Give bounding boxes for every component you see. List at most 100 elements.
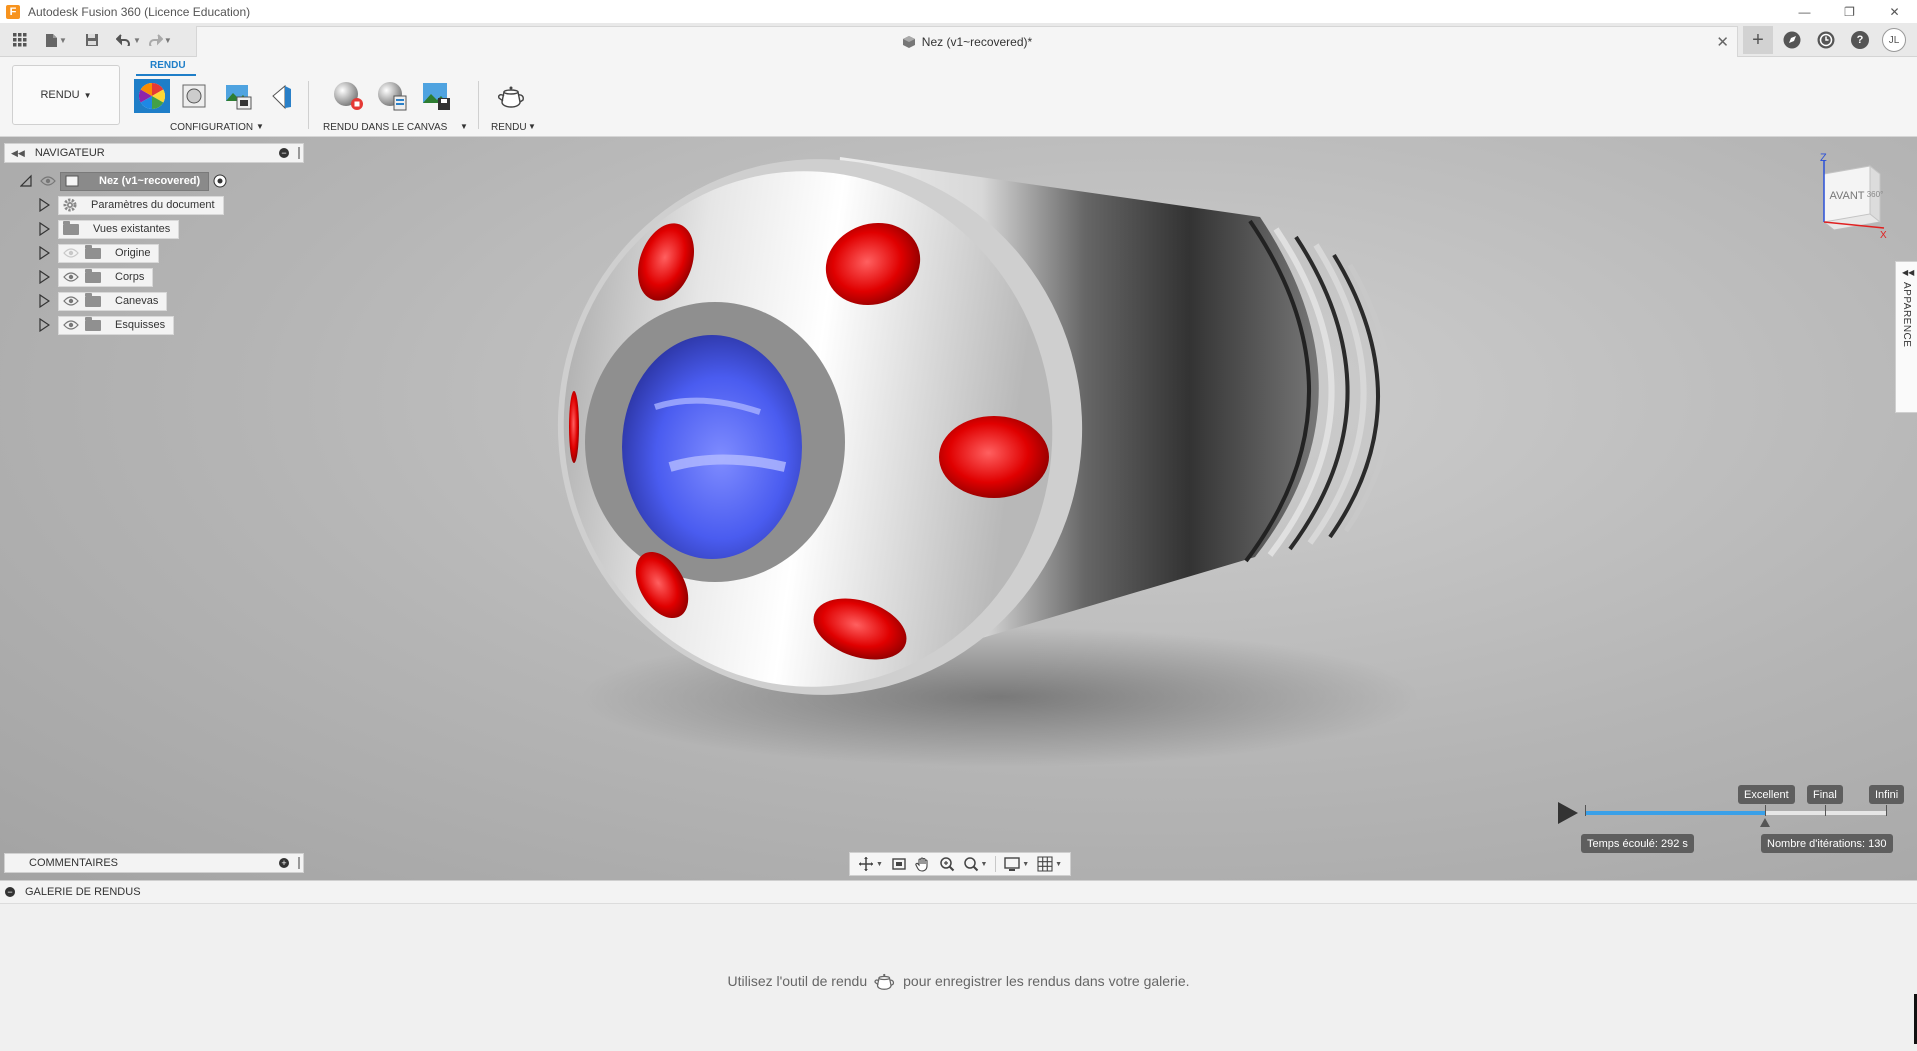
- render-group-label[interactable]: RENDU: [491, 122, 527, 133]
- save-button[interactable]: [80, 27, 104, 53]
- fit-button[interactable]: ▼: [963, 854, 988, 874]
- folder-icon: [85, 316, 101, 331]
- in-canvas-render-button[interactable]: [330, 79, 366, 113]
- tree-row-sketches[interactable]: Esquisses: [38, 315, 175, 335]
- scene-settings-button[interactable]: [176, 79, 212, 113]
- new-tab-button[interactable]: +: [1743, 26, 1773, 54]
- panel-grip-handle[interactable]: [298, 857, 300, 869]
- document-tab[interactable]: Nez (v1~recovered)* ✕: [196, 26, 1738, 57]
- restore-button[interactable]: ❐: [1827, 0, 1872, 23]
- orbit-button[interactable]: ▼: [858, 854, 883, 874]
- window-controls: — ❐ ✕: [1782, 0, 1917, 23]
- redo-button[interactable]: ▼: [147, 27, 172, 53]
- minimize-panel-icon[interactable]: −: [279, 148, 289, 158]
- eye-icon[interactable]: [40, 175, 56, 187]
- expand-triangle-icon[interactable]: [38, 222, 50, 236]
- display-settings-button[interactable]: ▼: [1004, 854, 1029, 874]
- comments-panel[interactable]: COMMENTAIRES +: [4, 853, 304, 873]
- tree-node-origin[interactable]: Origine: [58, 243, 160, 263]
- in-canvas-group-label[interactable]: RENDU DANS LE CANVAS: [323, 122, 447, 133]
- job-status-button[interactable]: [1811, 26, 1841, 54]
- view-cube-right-label[interactable]: 360°: [1867, 190, 1884, 199]
- workspace-switcher[interactable]: RENDU ▼: [12, 65, 120, 125]
- render-gallery: Utilisez l'outil de rendu pour enregistr…: [0, 904, 1917, 1051]
- tree-row-canvases[interactable]: Canevas: [38, 291, 168, 311]
- tree-node-canvases[interactable]: Canevas: [58, 291, 168, 311]
- tree-row-origin[interactable]: Origine: [38, 243, 160, 263]
- navigator-header[interactable]: ◀◀ NAVIGATEUR −: [4, 143, 304, 163]
- app-title: Autodesk Fusion 360 (Licence Education): [28, 4, 251, 19]
- texture-map-button[interactable]: [220, 79, 256, 113]
- chevron-down-icon: ▼: [980, 860, 988, 868]
- minimize-button[interactable]: —: [1782, 0, 1827, 23]
- activate-radio-icon[interactable]: [213, 174, 227, 188]
- user-profile-button[interactable]: JL: [1879, 26, 1909, 54]
- capture-image-button[interactable]: [418, 79, 454, 113]
- tree-row-document-settings[interactable]: Paramètres du document: [38, 195, 224, 215]
- tree-node-sketches[interactable]: Esquisses: [58, 315, 175, 335]
- eye-hidden-icon[interactable]: [63, 247, 79, 259]
- pan-button[interactable]: [915, 854, 931, 874]
- quality-final-chip[interactable]: Final: [1807, 785, 1843, 804]
- tree-node-document-settings[interactable]: Paramètres du document: [58, 195, 224, 215]
- appearance-side-tab[interactable]: ◀◀ APPARENCE: [1895, 261, 1917, 413]
- tree-node-bodies[interactable]: Corps: [58, 267, 154, 287]
- expand-triangle-icon[interactable]: [38, 294, 50, 308]
- collapse-gallery-icon[interactable]: −: [5, 887, 15, 897]
- tree-row-named-views[interactable]: Vues existantes: [38, 219, 180, 239]
- extensions-button[interactable]: [1777, 26, 1807, 54]
- render-viewport[interactable]: [0, 137, 1917, 880]
- close-window-button[interactable]: ✕: [1872, 0, 1917, 23]
- grid-icon: [13, 33, 27, 47]
- look-at-icon: [892, 858, 906, 870]
- view-cube[interactable]: AVANT 360° Z X: [1810, 152, 1890, 242]
- expand-triangle-icon[interactable]: [38, 198, 50, 212]
- active-tab-indicator: [136, 74, 196, 76]
- expand-triangle-icon[interactable]: [38, 270, 50, 284]
- render-gallery-header[interactable]: − GALERIE DE RENDUS: [0, 880, 1917, 904]
- grid-settings-button[interactable]: ▼: [1037, 854, 1062, 874]
- expand-triangle-icon[interactable]: [38, 318, 50, 332]
- rendered-model: [557, 157, 1420, 767]
- tree-row-bodies[interactable]: Corps: [38, 267, 154, 287]
- close-tab-button[interactable]: ✕: [1716, 33, 1729, 51]
- in-canvas-settings-button[interactable]: [374, 79, 410, 113]
- monitor-icon: [1004, 857, 1020, 871]
- eye-icon[interactable]: [63, 295, 79, 307]
- view-cube-front-label[interactable]: AVANT: [1829, 190, 1864, 202]
- zoom-icon: [939, 857, 954, 872]
- setup-group-label[interactable]: CONFIGURATION: [170, 122, 253, 133]
- help-button[interactable]: ?: [1845, 26, 1875, 54]
- file-menu-button[interactable]: ▼: [44, 27, 68, 53]
- tab-rendu[interactable]: RENDU: [150, 60, 186, 71]
- file-icon: [46, 33, 58, 47]
- tree-node-named-views[interactable]: Vues existantes: [58, 219, 180, 239]
- look-at-button[interactable]: [891, 854, 907, 874]
- expand-triangle-icon[interactable]: [38, 246, 50, 260]
- play-render-button[interactable]: [1558, 802, 1578, 824]
- render-progress-fill: [1585, 811, 1767, 815]
- quality-excellent-chip[interactable]: Excellent: [1738, 785, 1795, 804]
- zoom-button[interactable]: [939, 854, 955, 874]
- data-panel-button[interactable]: [8, 27, 32, 53]
- eye-icon[interactable]: [63, 319, 79, 331]
- toolbar-separator: [995, 856, 997, 872]
- panel-grip-handle[interactable]: [298, 147, 300, 159]
- decal-button[interactable]: [264, 79, 300, 113]
- teapot-icon: [873, 970, 897, 992]
- add-comment-icon[interactable]: +: [279, 858, 289, 868]
- rocket-icon: [1783, 31, 1801, 49]
- capture-image-icon: [423, 83, 450, 110]
- undo-button[interactable]: ▼: [116, 27, 141, 53]
- eye-icon[interactable]: [63, 271, 79, 283]
- tree-node-label: Paramètres du document: [91, 199, 215, 211]
- tree-row-root[interactable]: Nez (v1~recovered): [20, 171, 227, 191]
- render-button[interactable]: [494, 79, 530, 113]
- avatar: JL: [1882, 28, 1906, 52]
- appearance-tool-button[interactable]: [134, 79, 170, 113]
- chevron-down-icon: ▼: [256, 122, 264, 131]
- tree-node-root[interactable]: Nez (v1~recovered): [60, 171, 210, 191]
- collapse-left-icon[interactable]: ◀◀: [11, 148, 25, 159]
- collapse-triangle-icon[interactable]: [20, 174, 32, 188]
- quality-infinite-chip[interactable]: Infini: [1869, 785, 1905, 804]
